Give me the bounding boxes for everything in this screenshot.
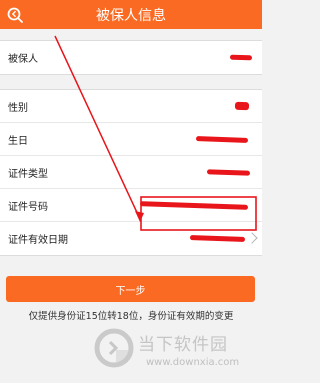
search-back-icon xyxy=(7,7,23,23)
chevron-right-icon xyxy=(246,231,258,244)
insured-label: 被保人 xyxy=(8,54,38,65)
id-type-label: 证件类型 xyxy=(8,168,48,180)
page-title: 被保人信息 xyxy=(96,7,166,24)
header-bar: 被保人信息 xyxy=(0,0,262,29)
watermark-name: 当下软件园 xyxy=(138,335,228,355)
insured-value-redaction xyxy=(229,54,253,61)
birthday-row[interactable]: 生日 xyxy=(0,123,262,156)
gender-label: 性别 xyxy=(8,102,28,114)
details-section: 性别 生日 证件类型 证件号码 证件有效日期 xyxy=(0,89,262,256)
id-type-row[interactable]: 证件类型 xyxy=(0,156,262,189)
birthday-value-redaction xyxy=(195,136,249,143)
id-type-value-redaction xyxy=(206,169,251,176)
id-number-row[interactable]: 证件号码 xyxy=(0,189,262,222)
gender-value-redaction xyxy=(234,101,250,111)
id-number-label: 证件号码 xyxy=(8,201,48,213)
gender-row[interactable]: 性别 xyxy=(0,90,262,123)
back-button[interactable] xyxy=(4,4,26,26)
watermark: 当下软件园 www.downxia.com xyxy=(92,322,262,380)
id-expiry-row[interactable]: 证件有效日期 xyxy=(0,222,262,255)
id-expiry-label: 证件有效日期 xyxy=(8,235,68,246)
watermark-logo-icon xyxy=(94,328,134,368)
id-expiry-value-redaction xyxy=(189,235,246,242)
hint-text: 仅提供身份证15位转18位，身份证有效期的变更 xyxy=(28,311,234,322)
next-step-button[interactable]: 下一步 xyxy=(6,276,255,302)
insured-section: 被保人 xyxy=(0,40,262,75)
insured-row[interactable]: 被保人 xyxy=(0,41,262,74)
id-number-value-redaction xyxy=(139,201,249,210)
birthday-label: 生日 xyxy=(8,135,28,147)
watermark-url: www.downxia.com xyxy=(146,357,240,368)
